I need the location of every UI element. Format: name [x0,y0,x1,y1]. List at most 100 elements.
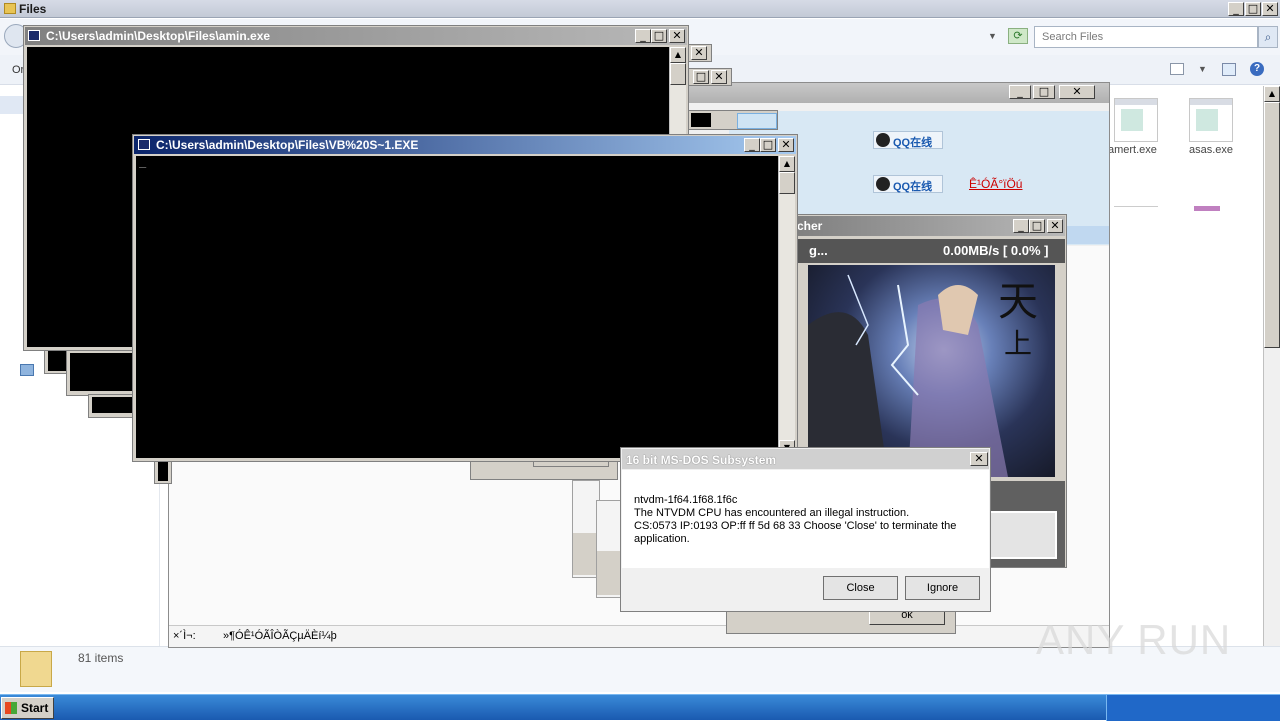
explorer-scrollbar[interactable]: ▲ [1263,86,1280,646]
nav-selected-row[interactable] [0,96,24,114]
scroll-thumb[interactable] [779,172,795,194]
artwork-svg: 天 上 [808,274,1038,477]
search-icon[interactable]: ⌕ [1258,26,1278,48]
file-name-asas[interactable]: asas.exe [1189,144,1233,156]
close-button[interactable]: ✕ [1059,85,1095,99]
console-cursor: _ [139,154,147,168]
dialog-titlebar: 16 bit MS-DOS Subsystem ✕ [622,449,989,469]
launcher-title: cher [797,219,823,233]
console-titlebar: C:\Users\admin\Desktop\Files\VB%20S~1.EX… [134,136,796,154]
background-window-frame: □ ✕ [688,68,732,86]
file-icon[interactable] [1114,98,1158,142]
scroll-up-icon[interactable]: ▲ [670,47,686,63]
qq-online-label: QQ在线 [893,181,933,193]
scroll-thumb[interactable] [670,63,686,85]
minimize-button[interactable]: _ [1228,2,1244,16]
close-label: Close [846,582,875,594]
network-icon[interactable] [20,364,34,376]
qq-online-button-1[interactable]: QQ在线 [873,131,943,149]
console-title: C:\Users\admin\Desktop\Files\VB%20S~1.EX… [156,138,419,152]
launcher-titlebar: cher _ □ ✕ [797,216,1065,236]
ntvdm-error-dialog: 16 bit MS-DOS Subsystem ✕ ntvdm-1f64.1f6… [620,447,991,612]
start-label: Start [21,701,49,715]
explorer-titlebar: Files _ □ ✕ [0,0,1280,18]
maximize-button[interactable]: □ [1029,219,1045,233]
close-button[interactable]: ✕ [669,29,685,43]
help-icon[interactable]: ? [1250,62,1264,76]
stacked-console-frame [88,394,136,418]
folder-icon [4,3,16,14]
black-block [691,113,711,127]
maximize-button[interactable]: □ [1033,85,1055,99]
help-link[interactable]: Ê¹ÓÃ°ïÖú [969,177,1022,191]
taskbar-tray [1106,695,1280,721]
console-icon [138,139,150,150]
console-titlebar: C:\Users\admin\Desktop\Files\amin.exe _ … [25,27,687,45]
search-placeholder: Search Files [1042,31,1104,43]
maximize-button[interactable]: □ [1245,2,1261,16]
game-artwork: 天 上 [808,265,1055,477]
view-options-icon[interactable] [1170,63,1184,75]
background-window-frame: ✕ [688,44,712,62]
maximize-button[interactable]: □ [651,29,667,43]
taskbar: Start [0,694,1280,721]
preview-pane-icon[interactable] [1222,63,1236,76]
maximize-button[interactable]: □ [693,70,709,84]
scroll-up-icon[interactable]: ▲ [1264,86,1280,102]
scroll-thumb[interactable] [1264,102,1280,348]
blue-tab [737,113,777,129]
qq-penguin-icon [876,133,890,147]
ignore-label: Ignore [926,582,959,594]
svg-text:天: 天 [998,279,1038,325]
minimize-button[interactable]: _ [1013,219,1029,233]
close-button[interactable]: ✕ [1262,2,1278,16]
status-message: »¶Ó­Ê¹ÓÃÎÒÃÇµÄÈí¼þ [223,630,337,642]
view-dropdown-icon[interactable]: ▼ [1198,64,1207,74]
dialog-body: ntvdm-1f64.1f68.1f6c The NTVDM CPU has e… [622,470,989,568]
launcher-progress-bar: g... 0.00MB/s [ 0.0% ] [797,239,1065,263]
file-icon-partial[interactable] [1194,206,1220,211]
download-speed: 0.00MB/s [ 0.0% ] [943,243,1049,258]
dialog-message-line3: CS:0573 IP:0193 OP:ff ff 5d 68 33 Choose… [634,520,957,545]
file-icon-partial[interactable] [1114,206,1158,212]
qq-penguin-icon [876,177,890,191]
qq-online-button-2[interactable]: QQ在线 [873,175,943,193]
refresh-icon[interactable]: ⟳ [1008,28,1028,44]
console-scrollbar[interactable]: ▲ ▼ [778,156,795,458]
console-icon [28,30,40,41]
dropdown-arrow-icon[interactable]: ▼ [988,31,997,41]
console-window-vb: C:\Users\admin\Desktop\Files\VB%20S~1.EX… [132,134,798,462]
dialog-title: 16 bit MS-DOS Subsystem [626,453,777,467]
windows-logo-icon [5,702,17,714]
file-name-amert[interactable]: amert.exe [1108,144,1157,156]
svg-text:上: 上 [1004,327,1032,360]
minimize-button[interactable]: _ [1009,85,1031,99]
start-button[interactable]: Start [1,697,54,719]
search-input[interactable]: Search Files [1034,26,1258,48]
console-output[interactable]: _ [136,154,779,458]
close-button[interactable]: ✕ [778,138,794,152]
qq-statusbar: ×´Ì¬: »¶Ó­Ê¹ÓÃÎÒÃÇµÄÈí¼þ [169,625,1109,647]
progress-label: g... [809,243,828,258]
stacked-console-frame [66,350,136,396]
explorer-title: Files [19,2,47,16]
dialog-message-line1: ntvdm-1f64.1f68.1f6c [634,494,738,506]
qq-online-label: QQ在线 [893,137,933,149]
maximize-button[interactable]: □ [760,138,776,152]
minimize-button[interactable]: _ [744,138,760,152]
close-button[interactable]: ✕ [711,70,727,84]
scroll-up-icon[interactable]: ▲ [779,156,795,172]
dialog-close-button[interactable]: Close [823,576,898,600]
minimize-button[interactable]: _ [635,29,651,43]
watermark-text: ANY RUN [1036,616,1232,663]
close-button[interactable]: ✕ [691,46,707,60]
close-button[interactable]: ✕ [1047,219,1063,233]
dialog-message-line2: The NTVDM CPU has encountered an illegal… [634,507,910,519]
item-count: 81 items [78,651,124,665]
close-button[interactable]: ✕ [970,452,988,466]
file-icon[interactable] [1189,98,1233,142]
anyrun-watermark: ANY RUN [1036,612,1236,663]
status-label: ×´Ì¬: [173,630,196,642]
dialog-ignore-button[interactable]: Ignore [905,576,980,600]
launcher-start-button[interactable] [989,511,1057,559]
